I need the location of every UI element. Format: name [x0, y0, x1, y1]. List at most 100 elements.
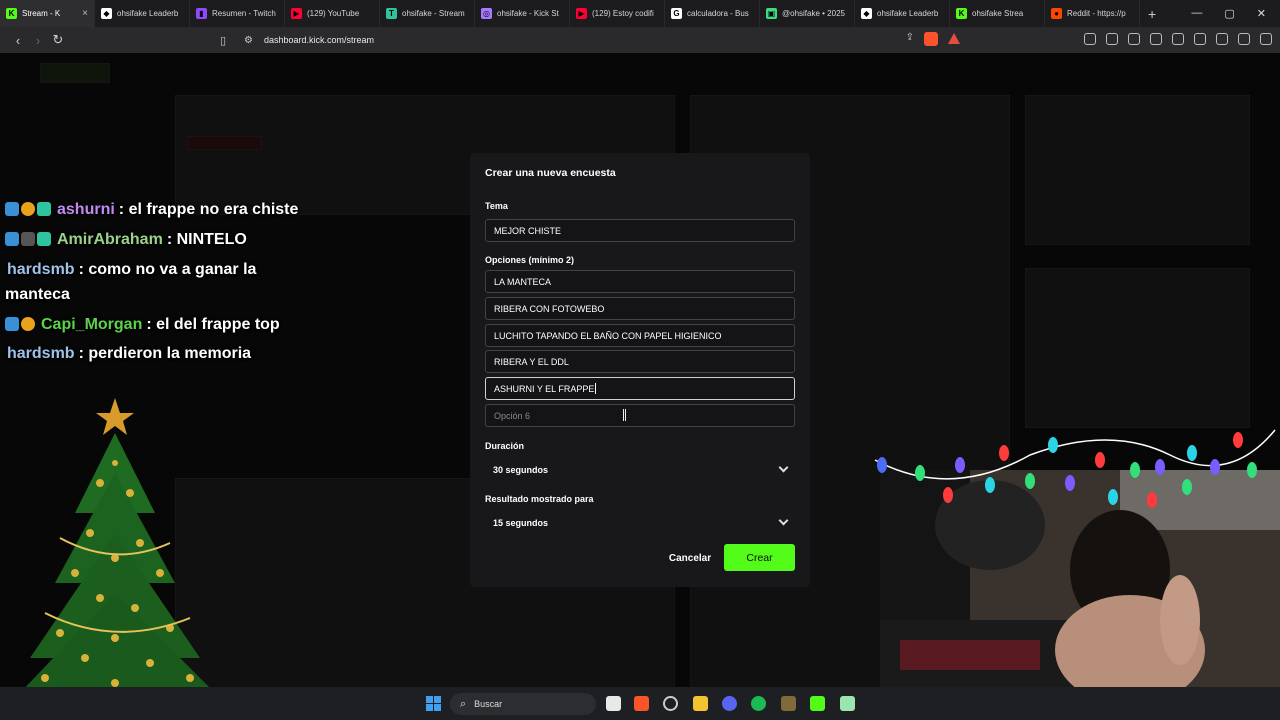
site-info-icon[interactable]: ⚙	[244, 35, 256, 46]
tab-label: Stream - K	[22, 9, 61, 18]
chat-message: hardsmb: como no va a ganar la	[5, 257, 256, 282]
chat-badge-icon	[21, 232, 35, 246]
poll-option-input-3[interactable]: LUCHITO TAPANDO EL BAÑO CON PAPEL HIGIEN…	[485, 324, 795, 347]
extension-icon[interactable]	[1216, 33, 1228, 45]
close-window-icon[interactable]: ✕	[1257, 7, 1266, 20]
url-bar[interactable]: ▯ ⚙ dashboard.kick.com/stream ⇪	[220, 30, 960, 50]
chat-badge-icon	[5, 202, 19, 216]
result-duration-select[interactable]: 15 segundos	[485, 511, 795, 534]
extension-icon[interactable]	[1172, 33, 1184, 45]
chat-username: Capi_Morgan	[41, 316, 143, 333]
browser-tab[interactable]: ◆ ohsifake Leaderb	[855, 0, 950, 27]
browser-tab[interactable]: ▮ Resumen - Twitch	[190, 0, 285, 27]
chat-message-text: manteca	[5, 286, 70, 303]
extension-icon[interactable]	[1084, 33, 1096, 45]
tab-favicon-icon: ◆	[861, 8, 872, 19]
topic-input[interactable]: MEJOR CHISTE	[485, 219, 795, 242]
chat-badge-icon	[5, 317, 19, 331]
chat-message: manteca	[5, 282, 70, 307]
notepad-icon[interactable]	[840, 696, 855, 711]
chat-message: Capi_Morgan: el del frappe top	[5, 312, 280, 337]
tab-favicon-icon: G	[671, 8, 682, 19]
browser-tab[interactable]: Tohsifake - Stream	[380, 0, 475, 27]
poll-option-input-4[interactable]: RIBERA Y EL DDL	[485, 350, 795, 373]
brave-shields-icon[interactable]	[924, 32, 938, 46]
tab-favicon-icon: ◎	[481, 8, 492, 19]
tab-label: @ohsifake • 2025	[782, 9, 845, 18]
chevron-down-icon	[778, 462, 789, 473]
browser-tab[interactable]: K Stream - K ×	[0, 0, 95, 27]
settings-icon[interactable]	[663, 696, 678, 711]
tab-label: ohsifake Leaderb	[117, 9, 179, 18]
poll-option-input-2[interactable]: RIBERA CON FOTOWEBO	[485, 297, 795, 320]
duration-value: 30 segundos	[493, 464, 549, 475]
browser-tab[interactable]: Kohsifake Strea	[950, 0, 1045, 27]
extension-icon[interactable]	[1238, 33, 1250, 45]
chat-badge-icon	[37, 232, 51, 246]
duration-label: Duración	[485, 441, 525, 451]
poll-option-input-6[interactable]: Opción 6	[485, 404, 795, 427]
cancel-button[interactable]: Cancelar	[660, 545, 720, 571]
extension-icon[interactable]	[1106, 33, 1118, 45]
windows-start-icon[interactable]	[426, 696, 441, 711]
chat-message-text: : como no va a ganar la	[78, 261, 257, 278]
mouse-ibeam-cursor	[623, 409, 626, 421]
browser-tab[interactable]: ▶ (129) Estoy codifi	[570, 0, 665, 27]
browser-tab[interactable]: ▶ (129) YouTube	[285, 0, 380, 27]
browser-tab-bar: K Stream - K × ◆ ohsifake Leaderb ▮ Resumen - …	[0, 0, 1280, 27]
brave-rewards-icon[interactable]	[948, 33, 960, 44]
tab-label: ohsifake - Kick St	[497, 9, 559, 18]
create-button[interactable]: Crear	[724, 544, 795, 571]
chat-message: AmirAbraham: NINTELO	[5, 227, 247, 252]
kick-app-icon[interactable]	[810, 696, 825, 711]
chat-badge-icon	[5, 232, 19, 246]
file-explorer-icon[interactable]	[693, 696, 708, 711]
maximize-icon[interactable]: ▢	[1224, 7, 1234, 20]
menu-icon[interactable]	[1260, 33, 1272, 45]
extension-icons	[1084, 33, 1272, 45]
back-icon[interactable]: ‹	[8, 33, 28, 48]
browser-tab[interactable]: ◆ ohsifake Leaderb	[95, 0, 190, 27]
poll-option-input-5[interactable]: ASHURNI Y EL FRAPPE	[485, 377, 795, 400]
bookmark-icon[interactable]: ▯	[220, 34, 232, 47]
tab-favicon-icon: K	[6, 8, 17, 19]
stream-info-side-panel	[1025, 95, 1250, 245]
tab-label: ohsifake Leaderb	[877, 9, 939, 18]
browser-tab[interactable]: Gcalculadora - Bus	[665, 0, 760, 27]
taskbar-search[interactable]: ⌕ Buscar	[450, 693, 596, 715]
windows-taskbar: ⌕ Buscar	[0, 687, 1280, 720]
result-duration-label: Resultado mostrado para	[485, 494, 594, 504]
discord-icon[interactable]	[722, 696, 737, 711]
chat-username: AmirAbraham	[57, 231, 163, 248]
close-tab-icon[interactable]: ×	[82, 8, 88, 19]
text-caret	[595, 383, 597, 394]
task-view-icon[interactable]	[606, 696, 621, 711]
browser-tab[interactable]: ● Reddit - https://p	[1045, 0, 1140, 27]
browser-tab[interactable]: ▣ @ohsifake • 2025	[760, 0, 855, 27]
spotify-icon[interactable]	[751, 696, 766, 711]
result-duration-value: 15 segundos	[493, 517, 549, 528]
tab-favicon-icon: ▮	[196, 8, 207, 19]
app-icon[interactable]	[781, 696, 796, 711]
chat-badge-icon	[21, 317, 35, 331]
chevron-down-icon	[778, 515, 789, 526]
topic-label: Tema	[485, 201, 508, 211]
share-icon[interactable]: ⇪	[906, 32, 914, 46]
browser-tab[interactable]: ◎ ohsifake - Kick St	[475, 0, 570, 27]
option-5-text: ASHURNI Y EL FRAPPE	[494, 383, 595, 394]
extension-icon[interactable]	[1194, 33, 1206, 45]
reload-icon[interactable]: ↻	[48, 32, 68, 48]
brave-browser-icon[interactable]	[634, 696, 649, 711]
minimize-icon[interactable]: —	[1191, 7, 1202, 20]
live-indicator	[187, 136, 262, 150]
create-poll-modal: Crear una nueva encuesta Tema MEJOR CHIS…	[470, 153, 810, 587]
channel-actions-panel	[1025, 268, 1250, 428]
window-controls: — ▢ ✕	[1191, 7, 1280, 20]
forward-icon[interactable]: ›	[28, 33, 48, 48]
new-tab-button[interactable]: +	[1148, 6, 1164, 22]
duration-select[interactable]: 30 segundos	[485, 458, 795, 481]
extension-icon[interactable]	[1128, 33, 1140, 45]
chat-username: hardsmb	[7, 261, 75, 278]
extension-icon[interactable]	[1150, 33, 1162, 45]
poll-option-input-1[interactable]: LA MANTECA	[485, 270, 795, 293]
